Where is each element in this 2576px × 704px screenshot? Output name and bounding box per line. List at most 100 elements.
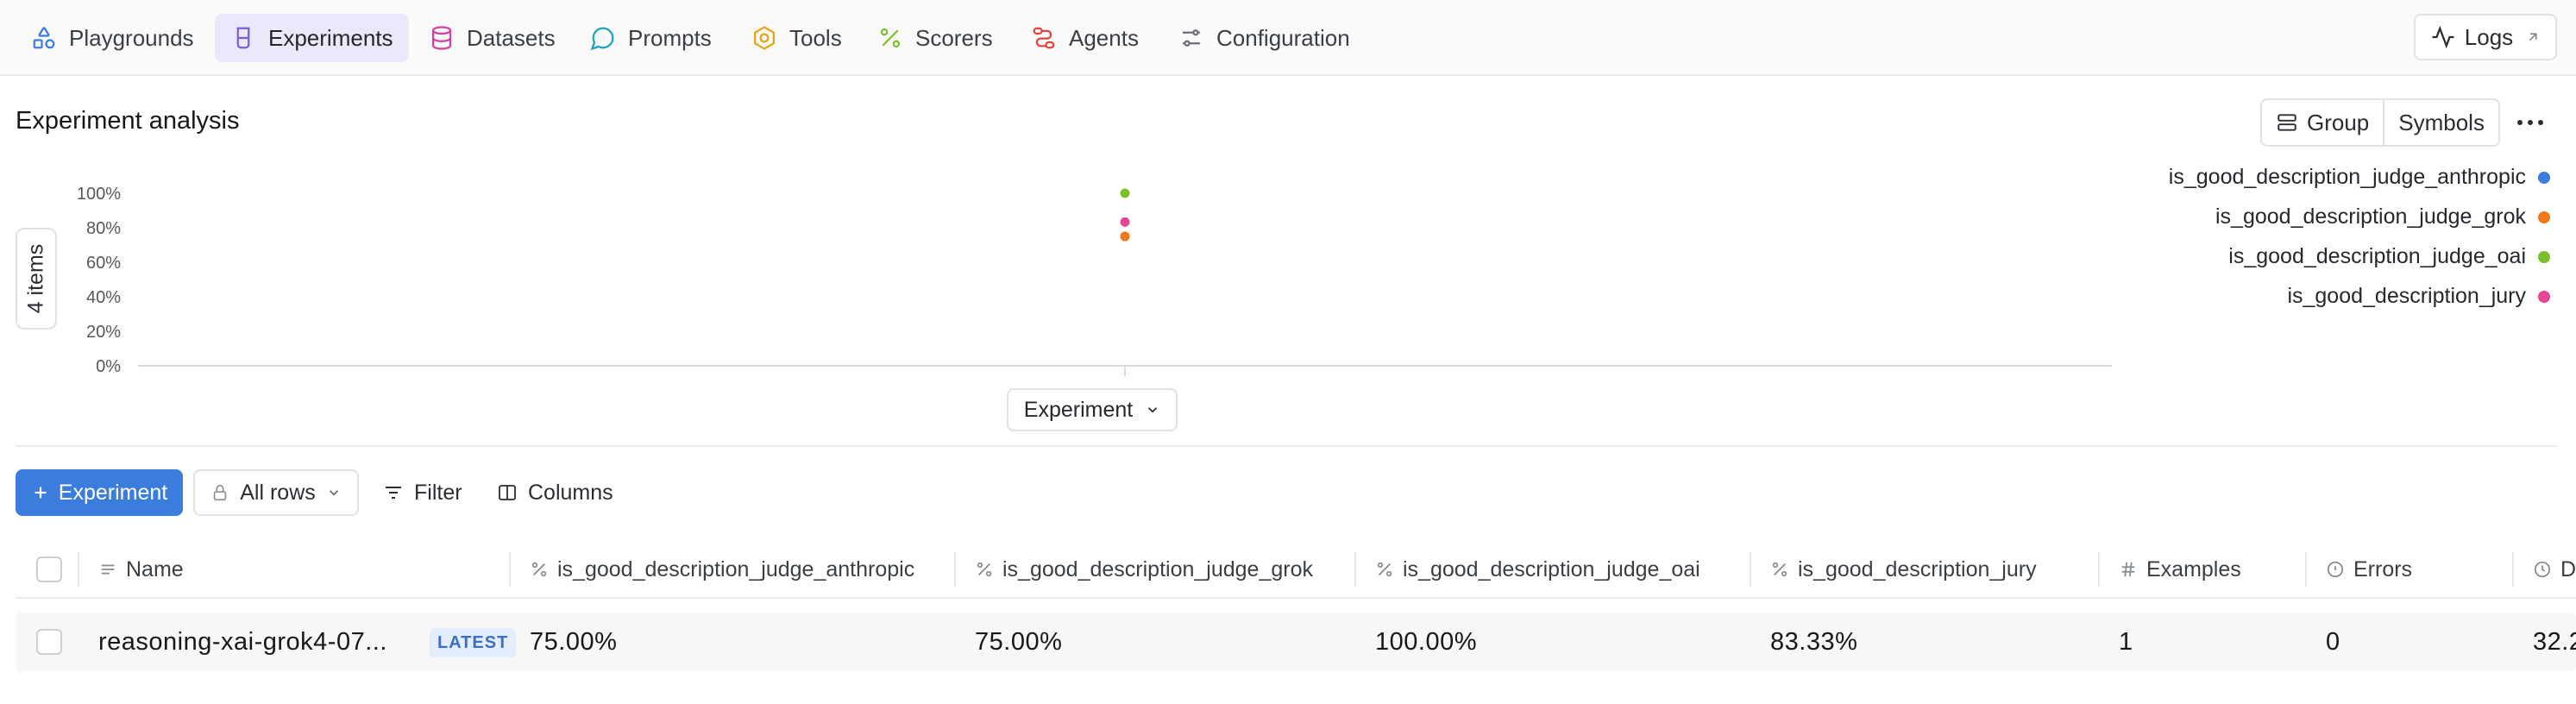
select-all-checkbox-cell	[36, 540, 62, 599]
database-icon	[431, 26, 452, 50]
y-tick-label: 100%	[77, 185, 121, 204]
symbols-button[interactable]: Symbols	[2383, 100, 2498, 145]
group-label: Group	[2307, 109, 2370, 135]
nav-label: Tools	[789, 24, 842, 51]
legend-item[interactable]: is_good_description_judge_grok	[2215, 204, 2550, 229]
column-header-name[interactable]: Name	[98, 540, 184, 599]
select-all-checkbox[interactable]	[36, 556, 62, 582]
y-tick-label: 40%	[86, 288, 121, 307]
logs-button[interactable]: Logs	[2414, 14, 2557, 60]
column-separator[interactable]	[2305, 552, 2307, 587]
legend-swatch	[2538, 171, 2550, 184]
column-header-anthropic[interactable]: is_good_description_judge_anthropic	[530, 540, 914, 599]
experiment-name-cell[interactable]: reasoning-xai-grok4-07...	[98, 613, 387, 671]
nav-item-agents[interactable]: Agents	[1015, 14, 1154, 62]
column-separator[interactable]	[2512, 552, 2514, 587]
more-dots-icon	[2517, 120, 2523, 125]
column-separator[interactable]	[1750, 552, 1751, 587]
column-header-label: is_good_description_judge_anthropic	[557, 556, 915, 581]
column-header-label: Examples	[2146, 556, 2241, 581]
chart-legend: is_good_description_judge_anthropic is_go…	[2168, 165, 2550, 308]
external-link-icon	[2529, 33, 2537, 41]
beaker-icon	[236, 27, 250, 49]
data-point-is_good_description_judge_oai[interactable]	[1120, 188, 1130, 198]
rows-filter-label: All rows	[240, 480, 316, 505]
scatter-chart: 0% 20% 40% 60% 80% 100%	[77, 185, 2112, 376]
x-axis-selector[interactable]: Experiment	[1007, 388, 1178, 431]
add-experiment-label: Experiment	[58, 480, 168, 505]
column-header-jury[interactable]: is_good_description_jury	[1770, 540, 2037, 599]
columns-button[interactable]: Columns	[487, 469, 624, 516]
nav-item-prompts[interactable]: Prompts	[575, 14, 727, 62]
column-header-label: is_good_description_jury	[1798, 556, 2037, 581]
add-experiment-button[interactable]: Experiment	[16, 469, 183, 516]
nav-item-tools[interactable]: Tools	[736, 14, 858, 62]
symbols-label: Symbols	[2398, 109, 2485, 135]
more-options-button[interactable]	[2509, 107, 2552, 138]
text-lines-icon	[101, 564, 115, 575]
group-rows-icon	[2278, 114, 2296, 131]
column-separator[interactable]	[509, 552, 511, 587]
nav-label: Configuration	[1216, 24, 1350, 51]
section-divider	[16, 445, 2557, 447]
group-button[interactable]: Group	[2262, 100, 2383, 145]
page-title: Experiment analysis	[16, 107, 240, 135]
nav-item-configuration[interactable]: Configuration	[1163, 14, 1366, 62]
rows-filter-select[interactable]: All rows	[193, 469, 359, 516]
column-header-duration[interactable]: D	[2533, 540, 2576, 599]
column-header-label: D	[2560, 556, 2576, 581]
nav-item-datasets[interactable]: Datasets	[413, 14, 571, 62]
row-checkbox-cell	[36, 613, 62, 671]
legend-swatch	[2538, 211, 2550, 223]
activity-icon	[2432, 25, 2454, 49]
nav-label: Experiments	[268, 24, 393, 51]
table-header: Name is_good_description_judge_anthropic…	[16, 540, 2576, 599]
percent-icon	[1772, 562, 1787, 577]
data-point-is_good_description_jury[interactable]	[1120, 217, 1130, 227]
percent-icon	[977, 562, 992, 577]
nav-label: Prompts	[628, 24, 712, 51]
column-header-oai[interactable]: is_good_description_judge_oai	[1375, 540, 1700, 599]
jury-score-cell: 83.33%	[1770, 627, 1858, 656]
filter-button[interactable]: Filter	[373, 469, 473, 516]
column-header-grok[interactable]: is_good_description_judge_grok	[975, 540, 1313, 599]
lock-icon	[213, 484, 227, 501]
column-separator[interactable]	[1354, 552, 1356, 587]
nav-item-playgrounds[interactable]: Playgrounds	[16, 14, 210, 62]
chevron-down-icon	[329, 490, 338, 496]
nav-item-experiments[interactable]: Experiments	[215, 14, 409, 62]
shapes-icon	[33, 27, 55, 49]
legend-item[interactable]: is_good_description_judge_oai	[2228, 244, 2550, 268]
column-separator[interactable]	[954, 552, 956, 587]
legend-swatch	[2538, 250, 2550, 263]
more-dots-icon	[2538, 120, 2543, 125]
legend-item[interactable]: is_good_description_jury	[2287, 284, 2550, 308]
chevron-down-icon	[1148, 407, 1158, 413]
percent-icon	[880, 28, 901, 48]
examples-cell: 1	[2119, 627, 2133, 656]
columns-label: Columns	[528, 480, 613, 505]
column-header-errors[interactable]: Errors	[2326, 540, 2412, 599]
legend-item[interactable]: is_good_description_judge_anthropic	[2168, 165, 2550, 189]
column-header-examples[interactable]: Examples	[2119, 540, 2241, 599]
nav-label: Playgrounds	[69, 24, 194, 51]
nav-label: Agents	[1069, 24, 1139, 51]
percent-icon	[531, 562, 547, 577]
filter-icon	[386, 487, 401, 499]
plus-icon	[35, 487, 47, 499]
column-separator[interactable]	[2098, 552, 2100, 587]
anthropic-score-cell: 75.00%	[530, 627, 618, 656]
data-point-is_good_description_judge_grok[interactable]	[1120, 231, 1130, 242]
column-header-label: is_good_description_judge_oai	[1403, 556, 1700, 581]
nav-item-scorers[interactable]: Scorers	[862, 14, 1008, 62]
column-header-label: Errors	[2353, 556, 2413, 581]
more-dots-icon	[2528, 120, 2533, 125]
route-icon	[1033, 27, 1055, 49]
table-row[interactable]: reasoning-xai-grok4-07... LATEST 75.00% …	[16, 613, 2576, 671]
latest-badge: LATEST	[430, 628, 517, 657]
row-select-checkbox[interactable]	[36, 629, 62, 655]
column-separator	[78, 552, 79, 587]
legend-label: is_good_description_judge_anthropic	[2168, 165, 2526, 189]
y-tick-label: 80%	[86, 219, 121, 238]
sliders-icon	[1183, 29, 1200, 47]
